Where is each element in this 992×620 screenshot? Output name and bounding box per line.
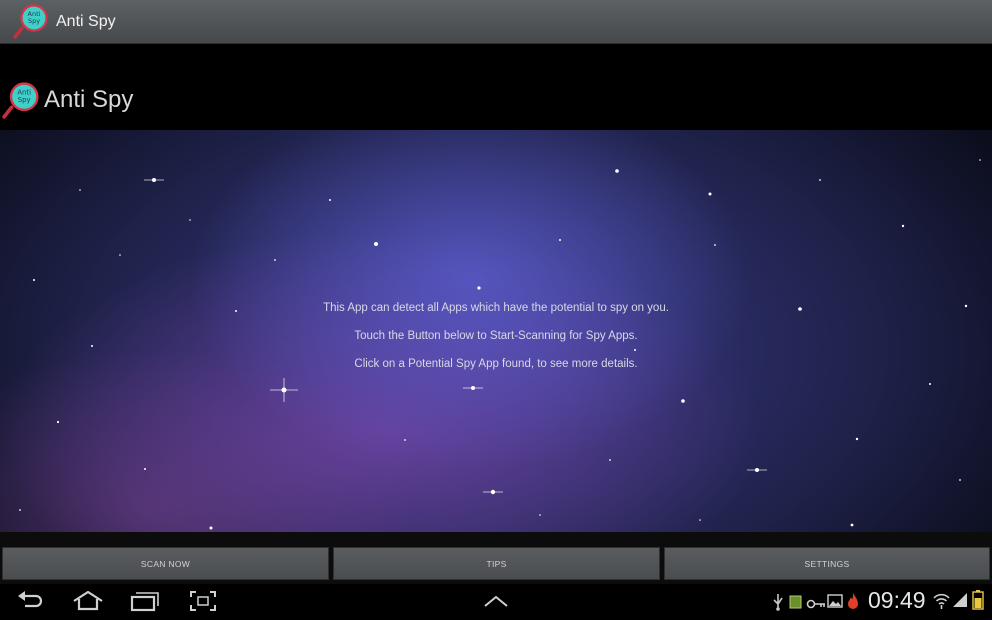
key-icon — [806, 596, 826, 614]
settings-button[interactable]: SETTINGS — [664, 547, 990, 580]
flame-icon — [847, 592, 859, 615]
clock: 09:49 — [868, 587, 926, 613]
scan-now-button[interactable]: SCAN NOW — [2, 547, 329, 580]
image-icon — [827, 594, 843, 613]
button-bar: SCAN NOW TIPS SETTINGS — [0, 532, 992, 584]
info-text-block: This App can detect all Apps which have … — [0, 294, 992, 378]
app-title: Anti Spy — [56, 12, 116, 30]
anti-spy-magnifier-icon: Anti Spy — [2, 82, 40, 120]
wifi-icon — [933, 592, 950, 615]
starfield-background: This App can detect all Apps which have … — [0, 130, 992, 532]
action-bar: Anti Spy Anti Spy — [0, 0, 992, 44]
battery-icon — [972, 590, 984, 615]
usb-icon — [772, 593, 784, 616]
home-icon[interactable] — [72, 590, 104, 617]
sd-card-icon — [789, 595, 802, 614]
recent-apps-icon[interactable] — [130, 590, 160, 617]
header-title: Anti Spy — [44, 86, 134, 113]
back-icon[interactable] — [16, 590, 44, 617]
info-line-3: Click on a Potential Spy App found, to s… — [354, 358, 638, 370]
screenshot-icon[interactable] — [189, 590, 217, 617]
info-line-1: This App can detect all Apps which have … — [323, 302, 669, 314]
app-header: Anti Spy Anti Spy — [0, 44, 992, 130]
info-line-2: Touch the Button below to Start-Scanning… — [354, 330, 638, 342]
system-nav-bar: 09:49 — [0, 584, 992, 620]
signal-icon — [952, 592, 968, 613]
tips-button[interactable]: TIPS — [333, 547, 660, 580]
logo-text-bottom: Spy — [28, 17, 40, 25]
logo-text-bottom: Spy — [18, 96, 31, 104]
anti-spy-magnifier-icon[interactable]: Anti Spy — [13, 3, 49, 40]
chevron-up-icon[interactable] — [483, 594, 509, 613]
